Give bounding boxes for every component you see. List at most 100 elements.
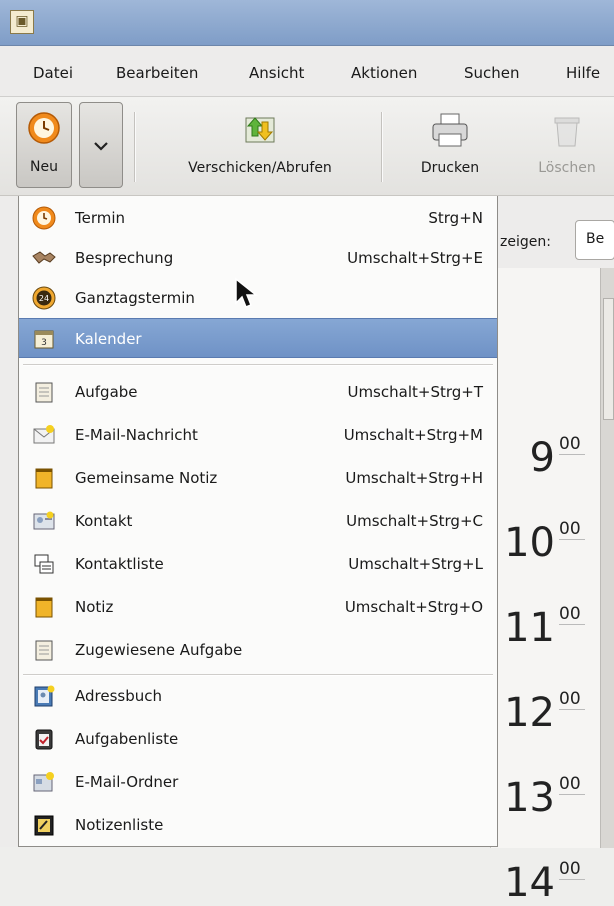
calendar-scrollbar[interactable] — [600, 268, 614, 848]
menu-item-label: Ganztagstermin — [75, 289, 195, 307]
menu-item-zugewiesene-aufgabe[interactable]: Zugewiesene Aufgabe — [19, 630, 497, 670]
menu-item-label: Besprechung — [75, 249, 174, 267]
evolution-app-icon[interactable]: ▣ — [10, 10, 34, 34]
printer-icon — [432, 113, 468, 147]
memo-list-icon — [34, 815, 54, 836]
toolbar-separator — [381, 112, 383, 182]
print-label: Drucken — [420, 160, 480, 176]
print-button[interactable]: Drucken — [400, 102, 500, 188]
show-label: zeigen: — [500, 234, 551, 250]
hour-label: 12 — [504, 690, 555, 736]
hour-label: 10 — [504, 520, 555, 566]
toolbar: Neu Verschicken/Abrufen Drucken Löschen — [0, 97, 614, 196]
hour-label: 9 — [529, 435, 555, 481]
day-view-time-column: 9 00 10 00 11 00 12 00 13 00 14 00 — [490, 268, 601, 903]
assigned-task-icon — [35, 640, 53, 661]
menu-item-accel: Umschalt+Strg+M — [343, 426, 483, 444]
mail-message-icon — [33, 425, 55, 444]
menu-item-notiz[interactable]: Notiz Umschalt+Strg+O — [19, 587, 497, 627]
menu-item-termin[interactable]: Termin Strg+N — [19, 198, 497, 238]
menu-item-label: Notizenliste — [75, 816, 164, 834]
menu-aktionen[interactable]: Aktionen — [351, 64, 417, 82]
menu-separator — [23, 364, 493, 366]
menu-hilfe[interactable]: Hilfe — [566, 64, 600, 82]
menu-item-label: E-Mail-Ordner — [75, 773, 179, 791]
show-filter-select[interactable]: Be — [575, 220, 614, 260]
menu-item-label: Kontakt — [75, 512, 133, 530]
menu-item-gemeinsame-notiz[interactable]: Gemeinsame Notiz Umschalt+Strg+H — [19, 458, 497, 498]
send-receive-label: Verschicken/Abrufen — [188, 160, 332, 176]
menu-item-accel: Umschalt+Strg+C — [346, 512, 483, 530]
delete-button[interactable]: Löschen — [520, 102, 614, 188]
trash-icon — [554, 117, 580, 147]
menu-suchen[interactable]: Suchen — [464, 64, 520, 82]
menu-item-accel: Umschalt+Strg+T — [347, 383, 483, 401]
svg-text:24: 24 — [39, 294, 49, 303]
clock-icon — [28, 112, 60, 144]
menu-item-kalender[interactable]: 3 Kalender — [19, 318, 497, 358]
contact-list-icon — [34, 554, 54, 574]
menu-item-label: Gemeinsame Notiz — [75, 469, 218, 487]
calendar-view: zeigen: Be 9 00 10 00 11 00 12 00 13 00 … — [490, 196, 614, 903]
minute-label: 00 — [559, 434, 585, 455]
minute-label: 00 — [559, 774, 585, 795]
minute-label: 00 — [559, 859, 585, 880]
new-button-label: Neu — [30, 159, 58, 175]
menu-item-notizenliste[interactable]: Notizenliste — [19, 805, 497, 845]
menu-item-label: Termin — [75, 209, 126, 227]
minute-label: 00 — [559, 689, 585, 710]
menu-item-kontakt[interactable]: Kontakt Umschalt+Strg+C — [19, 501, 497, 541]
menu-item-accel: Umschalt+Strg+H — [345, 469, 483, 487]
hour-label: 14 — [504, 860, 555, 906]
send-receive-button[interactable]: Verschicken/Abrufen — [150, 102, 370, 188]
show-filter-value: Be — [586, 231, 605, 247]
contact-icon — [33, 511, 55, 530]
new-dropdown-button[interactable] — [79, 102, 123, 188]
menu-item-besprechung[interactable]: Besprechung Umschalt+Strg+E — [19, 238, 497, 278]
menu-item-accel: Strg+N — [428, 209, 483, 227]
mail-folder-icon — [33, 772, 54, 792]
menu-item-label: Aufgabe — [75, 383, 138, 401]
menu-item-email-ordner[interactable]: E-Mail-Ordner — [19, 762, 497, 802]
hour-label: 11 — [504, 605, 555, 651]
address-book-icon — [34, 685, 55, 707]
minute-label: 00 — [559, 604, 585, 625]
svg-text:3: 3 — [41, 338, 47, 348]
new-button[interactable]: Neu — [16, 102, 72, 188]
menu-item-accel: Umschalt+Strg+E — [347, 249, 483, 267]
delete-label: Löschen — [538, 160, 596, 176]
sidebar-edge — [0, 196, 19, 847]
shared-memo-icon — [35, 468, 53, 489]
menu-item-label: Notiz — [75, 598, 114, 616]
menu-item-label: Kalender — [75, 330, 142, 348]
menu-item-kontaktliste[interactable]: Kontaktliste Umschalt+Strg+L — [19, 544, 497, 584]
menubar: Datei Bearbeiten Ansicht Aktionen Suchen… — [0, 46, 614, 97]
menu-item-label: Zugewiesene Aufgabe — [75, 641, 243, 659]
menu-item-label: Aufgabenliste — [75, 730, 179, 748]
minute-label: 00 — [559, 519, 585, 540]
menu-item-email[interactable]: E-Mail-Nachricht Umschalt+Strg+M — [19, 415, 497, 455]
menu-item-aufgabe[interactable]: Aufgabe Umschalt+Strg+T — [19, 372, 497, 412]
appointment-icon — [32, 206, 56, 230]
menu-item-label: Adressbuch — [75, 687, 162, 705]
toolbar-separator — [134, 112, 136, 182]
menu-item-accel: Umschalt+Strg+L — [348, 555, 483, 573]
send-receive-icon — [245, 117, 275, 143]
mouse-pointer-icon — [235, 277, 259, 308]
hour-label: 13 — [504, 775, 555, 821]
task-list-icon — [35, 729, 53, 750]
menu-datei[interactable]: Datei — [33, 64, 73, 82]
menu-item-adressbuch[interactable]: Adressbuch — [19, 676, 497, 716]
menu-bearbeiten[interactable]: Bearbeiten — [116, 64, 198, 82]
menu-ansicht[interactable]: Ansicht — [249, 64, 304, 82]
chevron-down-icon — [94, 142, 108, 151]
scrollbar-thumb[interactable] — [603, 298, 614, 420]
menu-item-label: E-Mail-Nachricht — [75, 426, 198, 444]
all-day-event-icon: 24 — [32, 286, 56, 310]
menu-item-label: Kontaktliste — [75, 555, 164, 573]
window-titlebar: ▣ — [0, 0, 614, 46]
memo-icon — [35, 597, 53, 618]
calendar-icon: 3 — [34, 330, 54, 349]
menu-item-aufgabenliste[interactable]: Aufgabenliste — [19, 719, 497, 759]
meeting-icon — [32, 251, 56, 264]
